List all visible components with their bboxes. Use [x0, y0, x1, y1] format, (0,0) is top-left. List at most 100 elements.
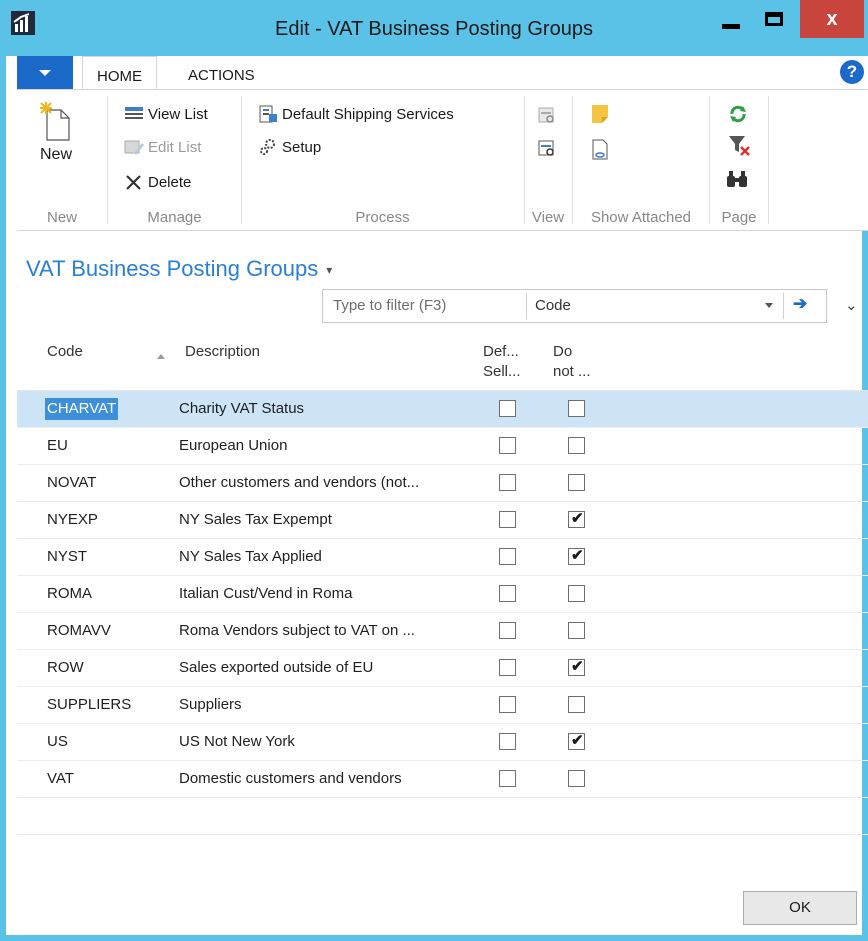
do-not-checkbox[interactable]: ✔: [568, 732, 585, 750]
table-row[interactable]: ROMAVV Roma Vendors subject to VAT on ...: [17, 613, 868, 650]
view-details-icon[interactable]: [537, 139, 557, 159]
table-row[interactable]: EU European Union: [17, 428, 868, 465]
new-button[interactable]: New: [39, 102, 73, 164]
title-bar[interactable]: Edit - VAT Business Posting Groups x: [0, 0, 868, 56]
table-row[interactable]: CHARVAT Charity VAT Status: [17, 391, 868, 428]
cell-description[interactable]: US Not New York: [179, 724, 295, 760]
do-not-checkbox[interactable]: ✔: [568, 510, 585, 528]
cell-description[interactable]: Italian Cust/Vend in Roma: [179, 576, 352, 612]
delete-button[interactable]: Delete: [124, 172, 191, 192]
app-menu-button[interactable]: [17, 56, 73, 89]
do-not-checkbox[interactable]: [568, 622, 585, 639]
table-row[interactable]: VAT Domestic customers and vendors: [17, 761, 868, 798]
ok-button[interactable]: OK: [743, 891, 857, 925]
table-row[interactable]: NYST NY Sales Tax Applied ✔: [17, 539, 868, 576]
default-sales-checkbox[interactable]: [499, 659, 516, 676]
filter-input[interactable]: Type to filter (F3): [333, 297, 446, 314]
cell-description[interactable]: Charity VAT Status: [179, 391, 304, 427]
refresh-icon[interactable]: [728, 104, 748, 124]
cell-code[interactable]: NOVAT: [47, 465, 96, 501]
default-sales-checkbox[interactable]: [499, 511, 516, 528]
header-line: Do: [553, 343, 573, 360]
cell-code[interactable]: EU: [47, 428, 68, 464]
edit-list-label: Edit List: [148, 138, 202, 156]
cell-code[interactable]: ROMAVV: [47, 613, 111, 649]
cell-code[interactable]: NYST: [47, 539, 87, 575]
cell-description[interactable]: Other customers and vendors (not...: [179, 465, 419, 501]
tab-home[interactable]: HOME: [82, 56, 157, 89]
cell-description[interactable]: Suppliers: [179, 687, 242, 723]
maximize-button[interactable]: [751, 0, 796, 38]
ribbon-tab-bar: HOME ACTIONS ?: [17, 56, 868, 90]
help-icon[interactable]: ?: [840, 60, 864, 84]
cell-code[interactable]: CHARVAT: [45, 391, 119, 427]
notes-icon[interactable]: [591, 104, 609, 124]
default-sales-checkbox[interactable]: [499, 770, 516, 787]
window-left-border: [0, 56, 6, 941]
tab-actions[interactable]: ACTIONS: [174, 56, 269, 89]
filter-field-select[interactable]: Code: [535, 297, 571, 314]
cell-description[interactable]: NY Sales Tax Expempt: [179, 502, 332, 538]
links-icon[interactable]: [591, 139, 609, 161]
default-sales-checkbox[interactable]: [499, 622, 516, 639]
find-binoculars-icon[interactable]: [726, 170, 748, 188]
do-not-checkbox[interactable]: [568, 437, 585, 454]
do-not-checkbox[interactable]: ✔: [568, 658, 585, 676]
expand-filter-icon[interactable]: ⌄: [845, 296, 858, 314]
table-row[interactable]: NOVAT Other customers and vendors (not...: [17, 465, 868, 502]
column-header-do-not[interactable]: Do not ...: [553, 342, 591, 382]
cell-code-text: EU: [47, 437, 68, 454]
table-row[interactable]: ROMA Italian Cust/Vend in Roma: [17, 576, 868, 613]
cell-code[interactable]: ROMA: [47, 576, 92, 612]
do-not-checkbox[interactable]: [568, 585, 585, 602]
dropdown-arrow-icon[interactable]: [765, 303, 773, 308]
do-not-checkbox[interactable]: [568, 770, 585, 787]
cell-description[interactable]: European Union: [179, 428, 287, 464]
table-row[interactable]: ROW Sales exported outside of EU ✔: [17, 650, 868, 687]
column-header-description[interactable]: Description: [185, 342, 260, 362]
do-not-checkbox[interactable]: ✔: [568, 547, 585, 565]
default-shipping-services-button[interactable]: Default Shipping Services: [258, 104, 454, 124]
group-label-process: Process: [355, 209, 410, 226]
cell-code[interactable]: ROW: [47, 650, 84, 686]
cell-description[interactable]: Domestic customers and vendors: [179, 761, 402, 797]
shipping-services-icon: [259, 105, 277, 123]
cell-code[interactable]: VAT: [47, 761, 74, 797]
arrow-right-icon[interactable]: ➔: [793, 294, 807, 314]
page-title[interactable]: VAT Business Posting Groups ▾: [26, 256, 332, 282]
cell-description[interactable]: Roma Vendors subject to VAT on ...: [179, 613, 415, 649]
default-sales-checkbox[interactable]: [499, 548, 516, 565]
do-not-checkbox[interactable]: [568, 696, 585, 713]
setup-button[interactable]: Setup: [258, 137, 321, 157]
minimize-button[interactable]: [711, 0, 751, 38]
default-sales-checkbox[interactable]: [499, 474, 516, 491]
default-sales-checkbox[interactable]: [499, 696, 516, 713]
clear-filter-icon[interactable]: [728, 134, 750, 158]
close-button[interactable]: x: [800, 0, 864, 38]
ribbon-group-manage: View List Edit List Delete Manage: [108, 90, 241, 230]
cell-description[interactable]: Sales exported outside of EU: [179, 650, 373, 686]
default-sales-checkbox[interactable]: [499, 400, 516, 417]
cell-code-text: NOVAT: [47, 474, 97, 491]
view-grey-icon[interactable]: [537, 106, 557, 126]
view-list-button[interactable]: View List: [124, 104, 208, 124]
view-list-icon: [125, 107, 143, 119]
edit-list-button[interactable]: Edit List: [124, 137, 201, 157]
cell-code[interactable]: US: [47, 724, 68, 760]
cell-code[interactable]: SUPPLIERS: [47, 687, 131, 723]
default-sales-checkbox[interactable]: [499, 733, 516, 750]
default-sales-checkbox[interactable]: [499, 437, 516, 454]
do-not-checkbox[interactable]: [568, 400, 585, 417]
column-header-default-sales[interactable]: Def... Sell...: [483, 342, 521, 382]
table-row[interactable]: US US Not New York ✔: [17, 724, 868, 761]
column-header-code[interactable]: Code: [47, 342, 83, 362]
cell-code[interactable]: NYEXP: [47, 502, 98, 538]
default-sales-checkbox[interactable]: [499, 585, 516, 602]
do-not-checkbox[interactable]: [568, 474, 585, 491]
cell-code-text: SUPPLIERS: [47, 696, 132, 713]
table-row[interactable]: SUPPLIERS Suppliers: [17, 687, 868, 724]
chevron-down-icon[interactable]: ▾: [326, 263, 332, 277]
table-row[interactable]: NYEXP NY Sales Tax Expempt ✔: [17, 502, 868, 539]
sort-ascending-icon: [157, 354, 165, 359]
cell-description[interactable]: NY Sales Tax Applied: [179, 539, 322, 575]
